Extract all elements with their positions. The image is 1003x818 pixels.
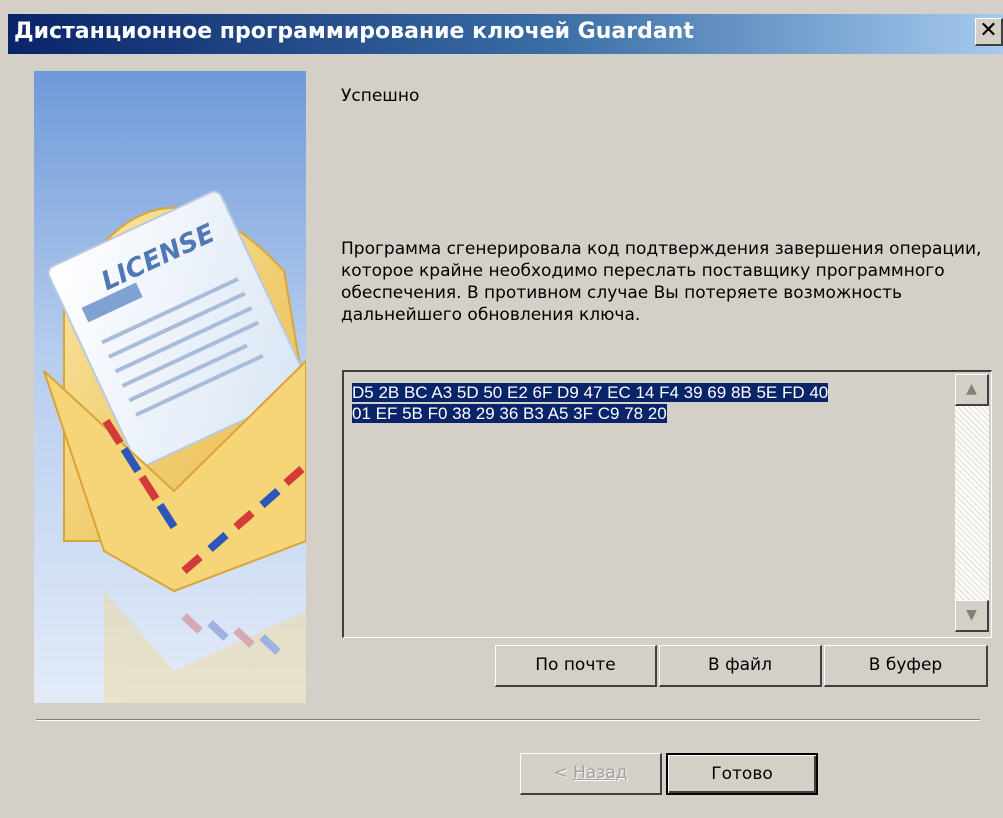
confirmation-code-field[interactable]: D5 2B BC A3 5D 50 E2 6F D9 47 EC 14 F4 3… — [342, 370, 992, 638]
arrow-up-icon: ▲ — [966, 381, 977, 397]
close-icon: ✕ — [979, 18, 998, 43]
back-prefix: < — [553, 763, 574, 783]
code-line-1: D5 2B BC A3 5D 50 E2 6F D9 47 EC 14 F4 3… — [352, 383, 829, 402]
scroll-down-button[interactable]: ▼ — [955, 600, 989, 632]
window-title: Дистанционное программирование ключей Gu… — [14, 19, 694, 44]
title-bar: Дистанционное программирование ключей Gu… — [8, 14, 1003, 54]
back-label: Назад — [573, 763, 628, 783]
footer-divider — [36, 719, 980, 721]
info-message: Программа сгенерировала код подтверждени… — [341, 239, 982, 325]
close-button[interactable]: ✕ — [975, 18, 1003, 46]
save-to-file-button[interactable]: В файл — [659, 645, 822, 687]
code-line-2: 01 EF 5B F0 38 29 36 B3 A5 3F C9 78 20 — [352, 404, 667, 423]
license-banner-image: LICENSE — [34, 71, 306, 703]
confirmation-code-text[interactable]: D5 2B BC A3 5D 50 E2 6F D9 47 EC 14 F4 3… — [352, 382, 952, 424]
arrow-down-icon: ▼ — [966, 607, 977, 623]
status-heading: Успешно — [341, 86, 420, 106]
vertical-scrollbar[interactable]: ▲ ▼ — [955, 374, 989, 632]
finish-button[interactable]: Готово — [666, 753, 818, 795]
back-button[interactable]: < Назад — [520, 753, 662, 795]
copy-to-buffer-button[interactable]: В буфер — [824, 645, 988, 687]
scroll-up-button[interactable]: ▲ — [955, 374, 989, 406]
send-by-mail-button[interactable]: По почте — [495, 645, 657, 687]
